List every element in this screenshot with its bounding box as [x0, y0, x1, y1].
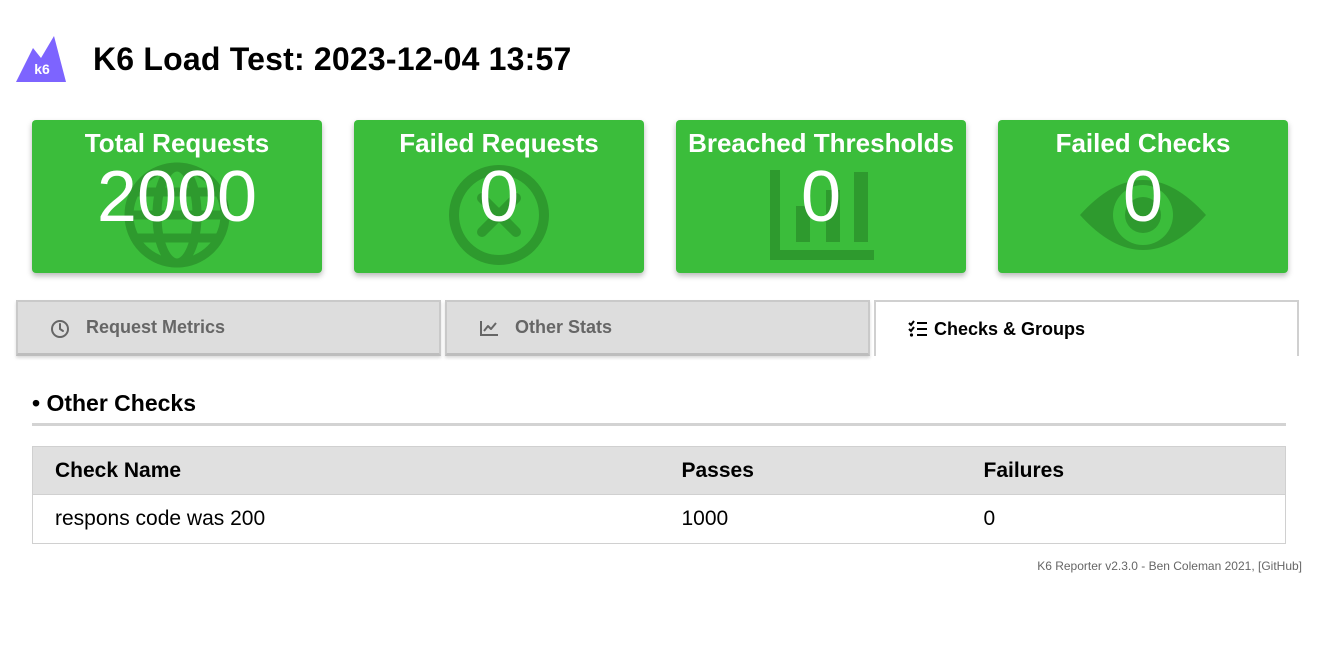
- card-value: 0: [800, 157, 842, 237]
- card-value: 0: [1122, 157, 1164, 237]
- column-header-passes: Passes: [659, 446, 962, 495]
- failures-cell: 0: [961, 494, 1286, 544]
- tasks-icon: [908, 320, 928, 338]
- tab-label: Other Stats: [515, 317, 613, 337]
- k6-logo: k6: [16, 36, 66, 82]
- column-header-failures: Failures: [961, 446, 1286, 495]
- card-value: 0: [478, 157, 520, 237]
- check-name-cell: respons code was 200: [32, 494, 660, 544]
- table-header-row: Check Name Passes Failures: [32, 446, 1286, 495]
- table-row: respons code was 200 1000 0: [32, 494, 1286, 544]
- tab-label: Checks & Groups: [934, 318, 1086, 339]
- tab-checks-groups[interactable]: Checks & Groups: [874, 300, 1299, 356]
- checks-table: Check Name Passes Failures respons code …: [32, 446, 1286, 544]
- tab-bar: Request Metrics Other Stats Checks & Gro…: [16, 300, 1299, 356]
- card-failed-checks: Failed Checks 0: [998, 120, 1288, 273]
- chart-line-icon: [479, 319, 499, 337]
- footer-credit: K6 Reporter v2.3.0 - Ben Coleman 2021, […: [1037, 559, 1302, 573]
- tab-request-metrics[interactable]: Request Metrics: [16, 300, 441, 356]
- page-title: K6 Load Test: 2023-12-04 13:57: [93, 40, 572, 77]
- tab-other-stats[interactable]: Other Stats: [445, 300, 870, 356]
- page-header: k6 K6 Load Test: 2023-12-04 13:57: [16, 36, 572, 82]
- card-title: Failed Checks: [1055, 128, 1231, 158]
- summary-cards: Total Requests 2000 Failed Requests 0 Br…: [32, 120, 1288, 273]
- svg-text:k6: k6: [34, 61, 50, 77]
- card-total-requests: Total Requests 2000: [32, 120, 322, 273]
- column-header-check-name: Check Name: [32, 446, 660, 495]
- section-title: • Other Checks: [32, 390, 1286, 426]
- card-value: 2000: [96, 157, 258, 237]
- card-failed-requests: Failed Requests 0: [354, 120, 644, 273]
- passes-cell: 1000: [659, 494, 962, 544]
- card-title: Breached Thresholds: [688, 128, 954, 158]
- tab-label: Request Metrics: [86, 317, 226, 337]
- clock-icon: [50, 319, 70, 338]
- card-breached-thresholds: Breached Thresholds 0: [676, 120, 966, 273]
- card-title: Failed Requests: [399, 128, 599, 158]
- card-title: Total Requests: [84, 128, 270, 158]
